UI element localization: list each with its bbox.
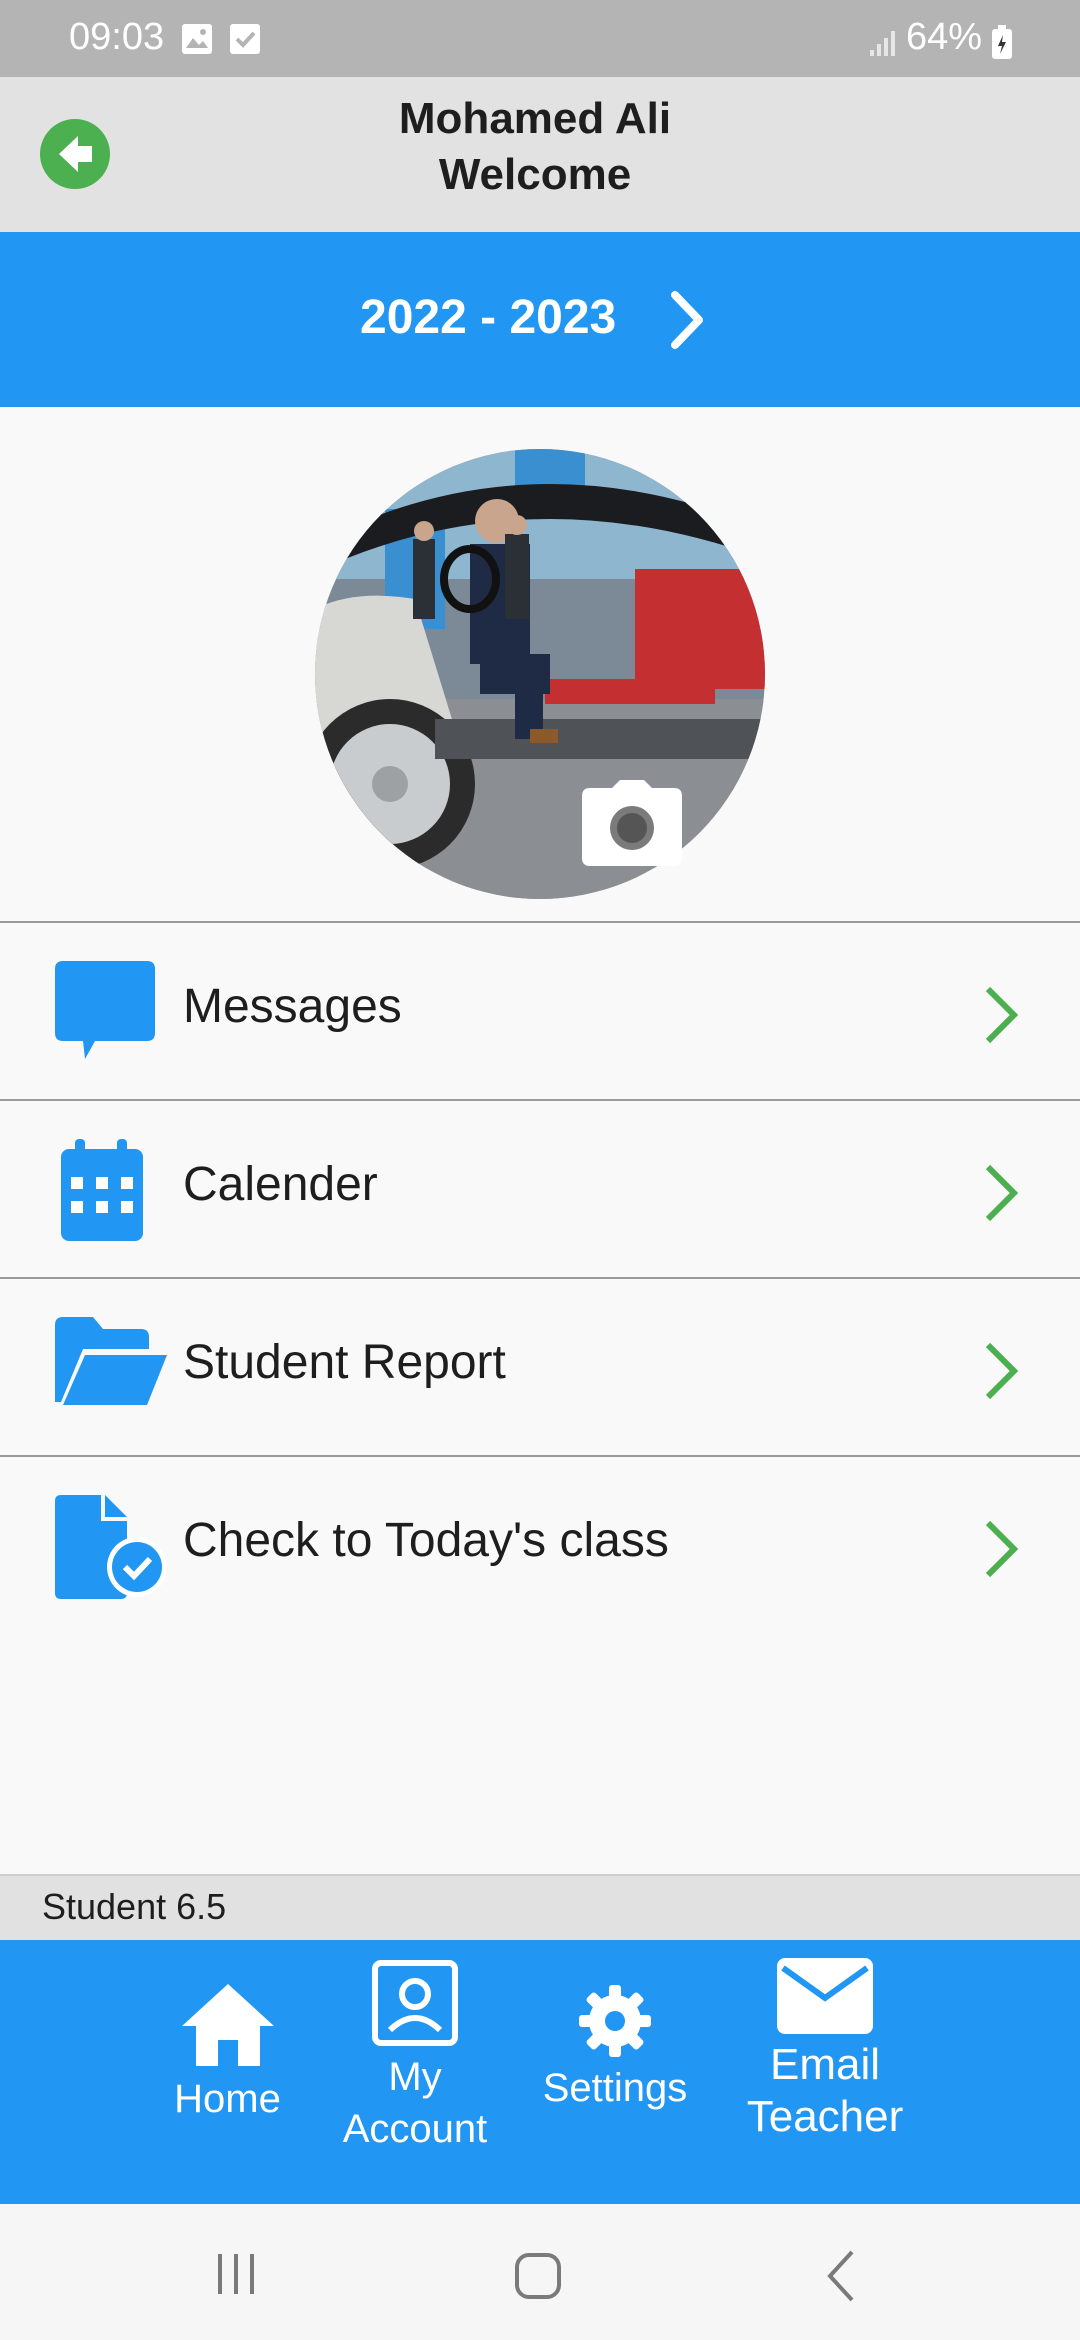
nav-settings[interactable]: Settings [535,1985,695,2114]
year-selector[interactable]: 2022 - 2023 [0,232,1080,407]
calendar-icon [61,1139,143,1241]
chat-bubble-icon [55,961,155,1059]
menu-label-messages: Messages [183,980,402,1033]
menu-label-student-report: Student Report [183,1336,506,1389]
chevron-right-icon[interactable] [667,291,707,349]
welcome-text: Welcome [438,150,632,199]
gallery-icon [182,24,212,54]
nav-home[interactable]: Home [160,1982,295,2125]
menu-label-check-class: Check to Today's class [183,1514,669,1567]
page-title: Mohamed Ali Welcome [0,91,1070,203]
nav-label-home: Home [174,2077,281,2121]
chevron-right-icon [985,1164,1019,1222]
status-time: 09:03 [69,16,165,58]
chevron-right-icon [985,1342,1019,1400]
chevron-right-icon [985,1520,1019,1578]
menu-item-student-report[interactable]: Student Report [0,1279,1080,1455]
nav-label-settings: Settings [542,2066,688,2110]
version-text: Student 6.5 [42,1886,227,1927]
system-nav-bar [0,2204,1080,2340]
nav-label-teacher: Teacher [746,2092,904,2141]
menu-label-calendar: Calender [183,1158,378,1211]
account-icon [372,1960,458,2046]
menu-item-check-class[interactable]: Check to Today's class [0,1457,1080,1633]
camera-icon[interactable] [582,780,682,866]
battery-icon [992,25,1012,59]
bottom-nav: Home My Account Settings Email Teacher [0,1940,1080,2204]
nav-email-teacher[interactable]: Email Teacher [735,1958,915,2143]
nav-label-my: My [388,2055,442,2099]
menu-item-calendar[interactable]: Calender [0,1101,1080,1277]
status-bar: 09:03 64% [0,0,1080,77]
profile-photo[interactable] [315,449,765,899]
back-nav-icon[interactable] [824,2248,858,2304]
year-label: 2022 - 2023 [360,291,617,344]
app-header: Mohamed Ali Welcome [0,77,1080,232]
folder-open-icon [55,1317,167,1405]
user-name: Mohamed Ali [398,94,672,143]
battery-percent: 64% [905,16,982,58]
recent-apps-icon[interactable] [214,2252,258,2296]
nav-label-email: Email [769,2040,881,2089]
chevron-right-icon [985,986,1019,1044]
nav-my-account[interactable]: My Account [335,1960,495,2155]
envelope-icon [777,1958,873,2034]
check-box-icon [230,24,260,54]
document-check-icon [55,1495,167,1599]
home-nav-icon[interactable] [514,2252,562,2300]
menu-item-messages[interactable]: Messages [0,923,1080,1099]
gear-icon [579,1985,651,2057]
nav-label-account: Account [342,2107,488,2151]
home-icon [181,1984,274,2066]
profile-photo-image [315,449,765,899]
version-bar: Student 6.5 [0,1874,1080,1940]
signal-icon [870,31,895,56]
